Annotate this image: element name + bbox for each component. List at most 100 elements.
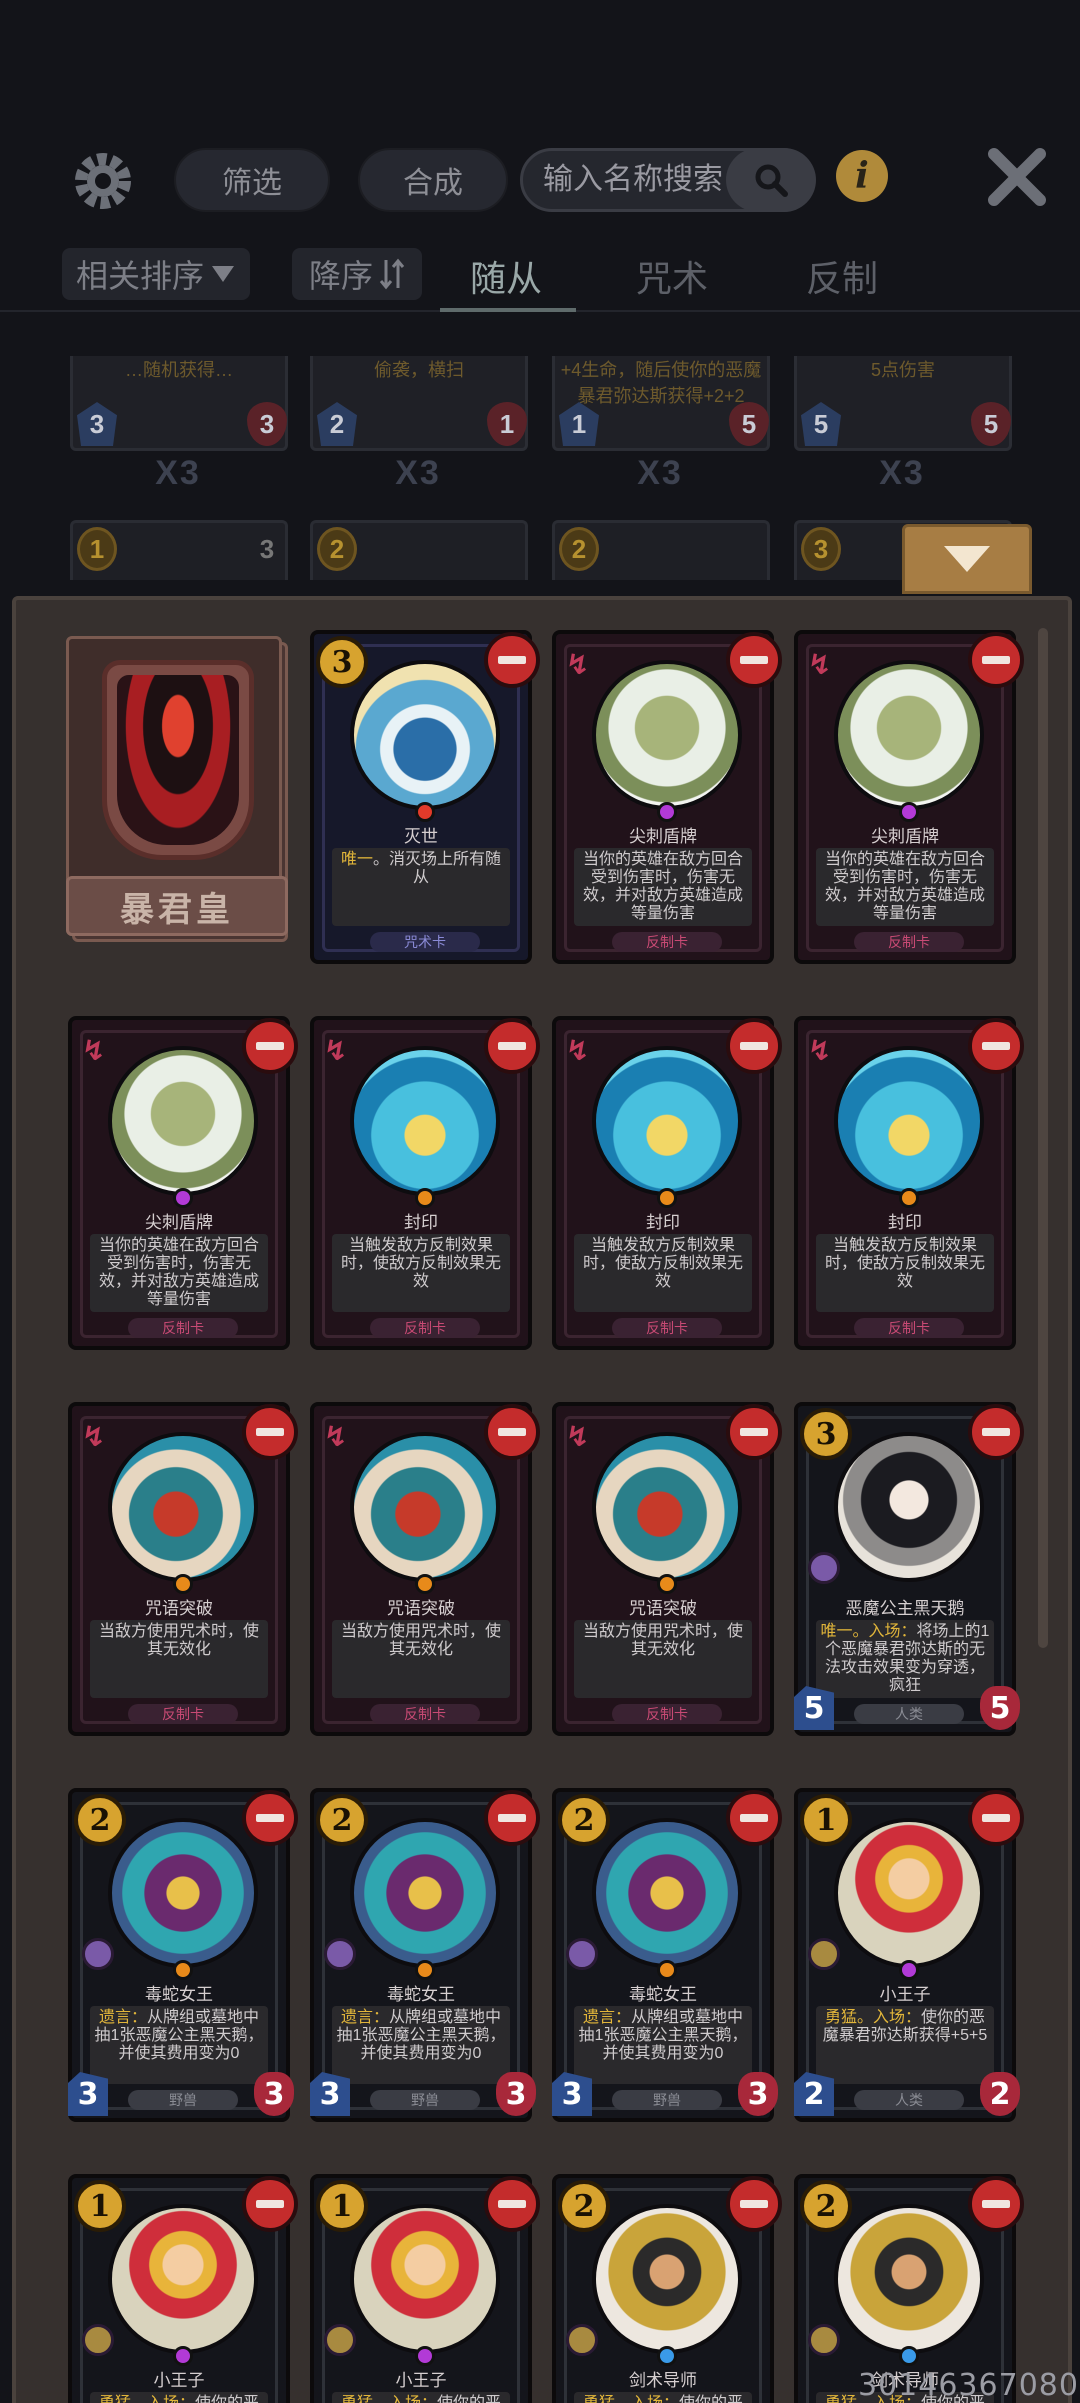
remove-card-button[interactable] <box>484 2176 540 2232</box>
deck-card[interactable]: 2 毒蛇女王 遗言：从牌组或墓地中抽1张恶魔公主黑天鹅，并使其费用变为0 野兽 3 3 <box>310 1788 540 2122</box>
remove-card-button[interactable] <box>968 2176 1024 2232</box>
collection-card[interactable]: …随机获得… 3 3 <box>70 356 288 451</box>
collection-card[interactable]: 5点伤害 5 5 <box>794 356 1012 451</box>
card-effect-text: 使你的恶 <box>195 2395 259 2403</box>
collapse-deck-button[interactable] <box>902 524 1032 594</box>
card-description: 当触发敌方反制效果时，使敌方反制效果无效 <box>332 1234 510 1312</box>
tab-minion[interactable]: 随从 <box>470 250 542 302</box>
collection-card[interactable]: 偷袭，横扫 2 1 <box>310 356 528 451</box>
card-art <box>350 1432 500 1582</box>
rarity-orb-icon <box>415 2346 435 2366</box>
search-button[interactable] <box>726 148 816 212</box>
remove-card-button[interactable] <box>968 1404 1024 1460</box>
sort-dropdown[interactable]: 相关排序 <box>62 248 250 300</box>
card-type-tag: 反制卡 <box>854 1318 964 1338</box>
remove-card-button[interactable] <box>484 1790 540 1846</box>
hero-name: 暴君皇 <box>66 876 288 936</box>
tribe-icon <box>324 2324 356 2356</box>
minus-icon <box>740 1814 768 1822</box>
remove-card-button[interactable] <box>726 1404 782 1460</box>
card-art <box>108 2204 258 2354</box>
deck-card[interactable]: ↯ 咒语突破 当敌方使用咒术时，使其无效化 反制卡 <box>310 1402 540 1736</box>
triangle-down-icon <box>212 266 234 282</box>
search-input[interactable] <box>543 163 743 197</box>
deck-card[interactable]: 1小王子勇猛。入场：使你的恶人类22 <box>310 2174 540 2403</box>
remove-card-button[interactable] <box>968 1790 1024 1846</box>
copy-count: X3 <box>879 454 925 492</box>
card-keyword: 勇猛。入场： <box>824 2009 921 2026</box>
card-name: 小王子 <box>395 2371 447 2390</box>
info-button[interactable]: i <box>836 150 888 202</box>
deck-card[interactable]: 2 毒蛇女王 遗言：从牌组或墓地中抽1张恶魔公主黑天鹅，并使其费用变为0 野兽 3 3 <box>552 1788 782 2122</box>
remove-card-button[interactable] <box>484 632 540 688</box>
card-art <box>592 1818 742 1968</box>
collection-card[interactable]: 2 <box>552 520 770 580</box>
collection-card[interactable]: 1 3 <box>70 520 288 580</box>
attack-gem: 2 <box>317 402 357 446</box>
deck-card[interactable]: 2 毒蛇女王 遗言：从牌组或墓地中抽1张恶魔公主黑天鹅，并使其费用变为0 野兽 3 3 <box>68 1788 298 2122</box>
deck-card[interactable]: ↯ 尖刺盾牌 当你的英雄在敌方回合受到伤害时，伤害无效，并对敌方英雄造成等量伤害 反制… <box>794 630 1024 964</box>
attack-stat: 3 <box>552 2072 592 2116</box>
card-keyword: 勇猛。入场： <box>99 2395 195 2403</box>
card-type-tag: 野兽 <box>370 2090 480 2110</box>
settings-gear-icon[interactable] <box>68 146 138 216</box>
minus-icon <box>498 2200 526 2208</box>
tab-spell[interactable]: 咒术 <box>636 250 708 302</box>
remove-card-button[interactable] <box>726 1790 782 1846</box>
deck-card[interactable]: ↯ 封印 当触发敌方反制效果时，使敌方反制效果无效 反制卡 <box>552 1016 782 1350</box>
deck-card[interactable]: ↯ 尖刺盾牌 当你的英雄在敌方回合受到伤害时，伤害无效，并对敌方英雄造成等量伤害 反制… <box>68 1016 298 1350</box>
collection-card[interactable]: +4生命，随后使你的恶魔暴君弥达斯获得+2+2 1 5 <box>552 356 770 451</box>
deck-card[interactable]: ↯ 封印 当触发敌方反制效果时，使敌方反制效果无效 反制卡 <box>794 1016 1024 1350</box>
remove-card-button[interactable] <box>968 632 1024 688</box>
card-effect-text: 。消灭场上所有随从 <box>373 851 502 886</box>
deck-card[interactable]: ↯ 咒语突破 当敌方使用咒术时，使其无效化 反制卡 <box>552 1402 782 1736</box>
deck-card[interactable]: 1 小王子 勇猛。入场：使你的恶魔暴君弥达斯获得+5+5 人类 2 2 <box>794 1788 1024 2122</box>
card-keyword: 遗言： <box>582 2009 631 2026</box>
deck-card[interactable]: 3 恶魔公主黑天鹅 唯一。入场：将场上的1个恶魔暴君弥达斯的无法攻击效果变为穿透，疯… <box>794 1402 1024 1736</box>
deck-card[interactable]: ↯ 封印 当触发敌方反制效果时，使敌方反制效果无效 反制卡 <box>310 1016 540 1350</box>
remove-card-button[interactable] <box>242 1018 298 1074</box>
close-icon[interactable] <box>984 144 1050 210</box>
minus-icon <box>256 1428 284 1436</box>
remove-card-button[interactable] <box>726 632 782 688</box>
remove-card-button[interactable] <box>242 1790 298 1846</box>
rarity-orb-icon <box>899 802 919 822</box>
health-gem: 5 <box>971 402 1011 446</box>
minus-icon <box>498 1428 526 1436</box>
order-toggle[interactable]: 降序 <box>292 248 422 300</box>
deck-card[interactable]: 1小王子勇猛。入场：使你的恶人类22 <box>68 2174 298 2403</box>
hero-card[interactable]: 暴君皇 <box>66 636 288 954</box>
health-stat: 5 <box>980 1686 1020 1730</box>
deck-card[interactable]: 2剑术导师勇猛。入场：使你的恶人类22 <box>552 2174 782 2403</box>
deck-card[interactable]: ↯ 尖刺盾牌 当你的英雄在敌方回合受到伤害时，伤害无效，并对敌方英雄造成等量伤害 反制… <box>552 630 782 964</box>
remove-card-button[interactable] <box>726 2176 782 2232</box>
card-description: 遗言：从牌组或墓地中抽1张恶魔公主黑天鹅，并使其费用变为0 <box>574 2006 752 2084</box>
copy-count: X3 <box>155 454 201 492</box>
deck-scrollbar[interactable] <box>1038 628 1048 1648</box>
deck-card[interactable]: 3 灭世 唯一。消灭场上所有随从 咒术卡 <box>310 630 540 964</box>
tribe-icon <box>566 2324 598 2356</box>
remove-card-button[interactable] <box>484 1404 540 1460</box>
cost-gem: 3 <box>800 1408 852 1460</box>
deck-card[interactable]: ↯ 咒语突破 当敌方使用咒术时，使其无效化 反制卡 <box>68 1402 298 1736</box>
collection-card[interactable]: 2 <box>310 520 528 580</box>
attack-gem: 3 <box>77 402 117 446</box>
card-effect-text: 当触发敌方反制效果时，使敌方反制效果无效 <box>582 1237 743 1290</box>
card-effect-text: 使你的恶 <box>679 2395 743 2403</box>
remove-card-button[interactable] <box>484 1018 540 1074</box>
remove-card-button[interactable] <box>968 1018 1024 1074</box>
card-art <box>592 2204 742 2354</box>
tribe-icon <box>566 1938 598 1970</box>
card-keyword: 遗言： <box>340 2009 389 2026</box>
tab-counter[interactable]: 反制 <box>806 250 878 302</box>
cost-gem: 1 <box>74 2180 126 2232</box>
filter-button[interactable]: 筛选 <box>174 148 330 212</box>
craft-button[interactable]: 合成 <box>358 148 508 212</box>
health-stat: 2 <box>980 2072 1020 2116</box>
card-type-tag: 反制卡 <box>128 1704 238 1724</box>
remove-card-button[interactable] <box>242 1404 298 1460</box>
remove-card-button[interactable] <box>726 1018 782 1074</box>
attack-stat: 2 <box>794 2072 834 2116</box>
remove-card-button[interactable] <box>242 2176 298 2232</box>
minus-icon <box>498 656 526 664</box>
